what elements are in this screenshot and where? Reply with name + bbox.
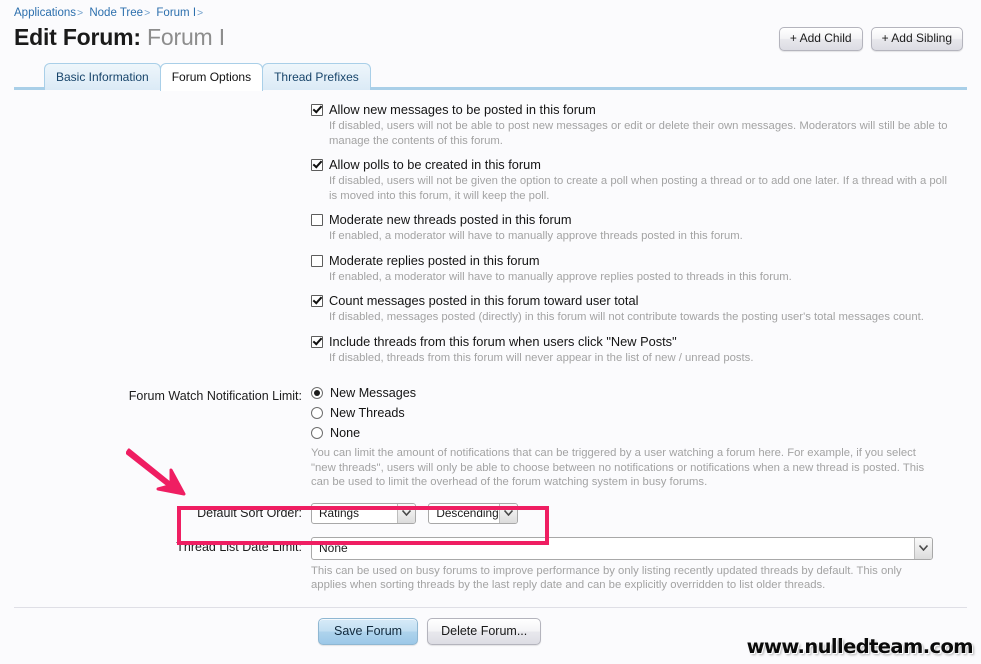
checkbox-group-spacer	[14, 102, 311, 105]
include-new-posts-checkbox[interactable]	[311, 335, 323, 348]
sort-field-value: Ratings	[319, 505, 359, 520]
radio-none[interactable]: None	[311, 426, 967, 440]
forum-watch-limit-control: New Messages New Threads None You can li…	[311, 386, 967, 490]
include-new-posts-label[interactable]: Include threads from this forum when use…	[329, 334, 677, 349]
sort-field-select[interactable]: Ratings	[311, 502, 416, 524]
thread-list-date-limit-label: Thread List Date Limit:	[176, 539, 302, 554]
none-radio[interactable]	[311, 427, 323, 439]
allow-new-messages-label[interactable]: Allow new messages to be posted in this …	[329, 102, 596, 117]
breadcrumb-separator: >	[144, 7, 151, 19]
add-sibling-button[interactable]: + Add Sibling	[870, 27, 963, 51]
page-title-prefix: Edit Forum:	[14, 24, 141, 50]
option-count-messages: Count messages posted in this forum towa…	[311, 293, 967, 325]
moderate-new-threads-hint: If enabled, a moderator will have to man…	[329, 230, 743, 242]
tab-forum-options[interactable]: Forum Options	[159, 63, 264, 91]
forum-options-form: Allow new messages to be posted in this …	[0, 90, 981, 645]
moderate-new-threads-checkbox[interactable]	[311, 214, 323, 226]
breadcrumb-item-applications[interactable]: Applications	[14, 7, 76, 19]
thread-list-date-limit-row: Thread List Date Limit: None This can be…	[0, 536, 981, 593]
tab-basic-information[interactable]: Basic Information	[44, 63, 161, 90]
thread-list-date-limit-value: None	[319, 540, 348, 555]
option-allow-new-messages: Allow new messages to be posted in this …	[311, 102, 967, 148]
tab-list: Basic Information Forum Options Thread P…	[44, 63, 371, 91]
thread-list-date-limit-control: None This can be used on busy forums to …	[311, 536, 967, 593]
page-header-actions: + Add Child + Add Sibling	[778, 22, 967, 51]
checkbox-group: Allow new messages to be posted in this …	[311, 102, 967, 374]
checkbox-group-row: Allow new messages to be posted in this …	[0, 102, 981, 374]
save-forum-button[interactable]: Save Forum	[318, 617, 419, 645]
page-title-forum-name: Forum I	[147, 24, 225, 50]
new-messages-radio[interactable]	[311, 387, 323, 399]
chevron-down-icon	[499, 503, 518, 523]
page-title: Edit Forum: Forum I	[14, 22, 225, 52]
count-messages-hint: If disabled, messages posted (directly) …	[329, 311, 924, 323]
moderate-new-threads-label[interactable]: Moderate new threads posted in this foru…	[329, 212, 572, 227]
forum-watch-limit-label: Forum Watch Notification Limit:	[128, 389, 302, 403]
default-sort-order-row: Default Sort Order: Ratings Descending	[0, 502, 981, 524]
default-sort-order-label: Default Sort Order:	[197, 506, 302, 520]
allow-new-messages-checkbox[interactable]	[311, 104, 323, 116]
moderate-replies-label[interactable]: Moderate replies posted in this forum	[329, 253, 540, 268]
allow-new-messages-hint: If disabled, users will not be able to p…	[329, 120, 948, 147]
forum-watch-limit-hint: You can limit the amount of notification…	[311, 447, 925, 488]
radio-new-threads[interactable]: New Threads	[311, 406, 967, 420]
breadcrumb-separator: >	[77, 7, 84, 19]
breadcrumb-separator: >	[197, 7, 204, 19]
tab-bar: Basic Information Forum Options Thread P…	[0, 62, 981, 91]
new-threads-radio[interactable]	[311, 407, 323, 419]
allow-polls-label[interactable]: Allow polls to be created in this forum	[329, 157, 541, 172]
option-moderate-replies: Moderate replies posted in this forum If…	[311, 253, 967, 285]
allow-polls-hint: If disabled, users will not be given the…	[329, 175, 947, 202]
option-moderate-new-threads: Moderate new threads posted in this foru…	[311, 212, 967, 244]
include-new-posts-hint: If disabled, threads from this forum wil…	[329, 351, 754, 364]
chevron-down-icon	[397, 503, 415, 523]
count-messages-label[interactable]: Count messages posted in this forum towa…	[329, 293, 638, 308]
page-header: Edit Forum: Forum I + Add Child + Add Si…	[0, 20, 981, 52]
watermark: www.nulledteam.com	[746, 635, 974, 658]
forum-watch-limit-row: Forum Watch Notification Limit: New Mess…	[0, 386, 981, 490]
radio-new-messages[interactable]: New Messages	[311, 386, 967, 400]
breadcrumb-item-node-tree[interactable]: Node Tree	[89, 7, 143, 19]
sort-direction-value: Descending	[436, 505, 499, 520]
moderate-replies-checkbox[interactable]	[311, 254, 323, 267]
thread-list-date-limit-select[interactable]: None	[311, 536, 933, 560]
new-threads-radio-label[interactable]: New Threads	[330, 406, 405, 420]
default-sort-order-control: Ratings Descending	[311, 502, 967, 524]
add-child-button[interactable]: + Add Child	[778, 27, 863, 51]
none-radio-label[interactable]: None	[330, 426, 360, 440]
allow-polls-checkbox[interactable]	[311, 159, 323, 171]
thread-list-date-limit-hint: This can be used on busy forums to impro…	[311, 564, 902, 592]
breadcrumb: Applications> Node Tree> Forum I>	[0, 0, 981, 20]
delete-forum-button[interactable]: Delete Forum...	[427, 617, 542, 645]
tab-thread-prefixes[interactable]: Thread Prefixes	[262, 63, 371, 90]
sort-direction-select[interactable]: Descending	[428, 502, 519, 524]
breadcrumb-item-forum[interactable]: Forum I	[156, 7, 196, 19]
option-include-new-posts: Include threads from this forum when use…	[311, 334, 967, 366]
new-messages-radio-label[interactable]: New Messages	[330, 386, 416, 400]
moderate-replies-hint: If enabled, a moderator will have to man…	[329, 270, 792, 283]
count-messages-checkbox[interactable]	[311, 295, 323, 307]
chevron-down-icon	[914, 537, 932, 559]
option-allow-polls: Allow polls to be created in this forum …	[311, 157, 967, 203]
